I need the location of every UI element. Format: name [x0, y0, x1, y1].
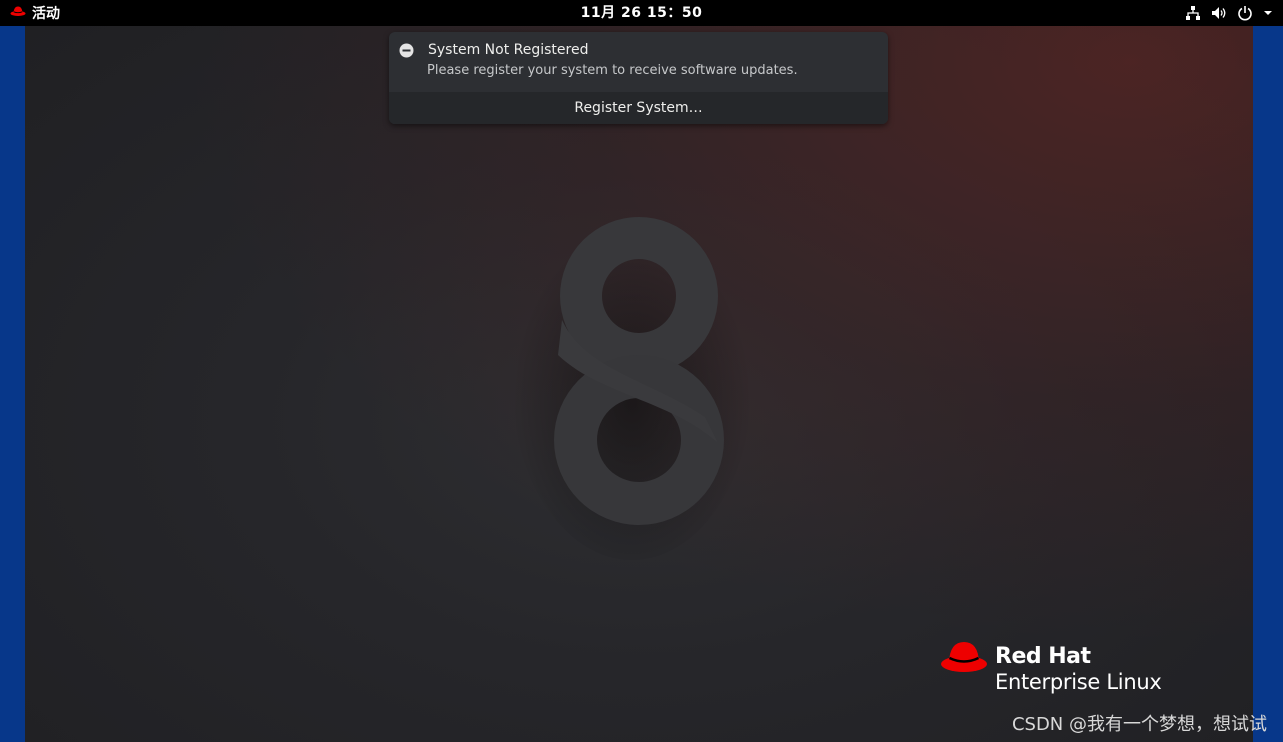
- system-tray[interactable]: [1185, 0, 1273, 26]
- redhat-logo-icon: [941, 642, 987, 672]
- left-blue-border: [0, 26, 25, 742]
- screen: 活动 11月 26 15：50 System Not Registered Pl…: [0, 0, 1283, 742]
- power-icon[interactable]: [1237, 5, 1253, 21]
- volume-icon[interactable]: [1211, 5, 1227, 21]
- logo-brand-text: Red Hat: [995, 644, 1091, 669]
- logo-product-text: Enterprise Linux: [995, 670, 1162, 694]
- dropdown-arrow-icon[interactable]: [1263, 9, 1273, 17]
- clock[interactable]: 11月 26 15：50: [0, 0, 1283, 26]
- notification-body: Please register your system to receive s…: [427, 63, 798, 78]
- watermark-text: CSDN @我有一个梦想，想试试: [1011, 714, 1267, 735]
- version-8-graphic: [512, 210, 752, 560]
- right-blue-border: [1253, 26, 1283, 742]
- top-bar: 活动 11月 26 15：50: [0, 0, 1283, 26]
- minus-circle-icon: [399, 43, 414, 58]
- register-system-button[interactable]: Register System…: [389, 92, 888, 124]
- notification-title: System Not Registered: [428, 42, 589, 58]
- rhel-logo: Red Hat Enterprise Linux: [940, 636, 1200, 700]
- notification-banner[interactable]: System Not Registered Please register yo…: [389, 32, 888, 124]
- network-icon[interactable]: [1185, 5, 1201, 21]
